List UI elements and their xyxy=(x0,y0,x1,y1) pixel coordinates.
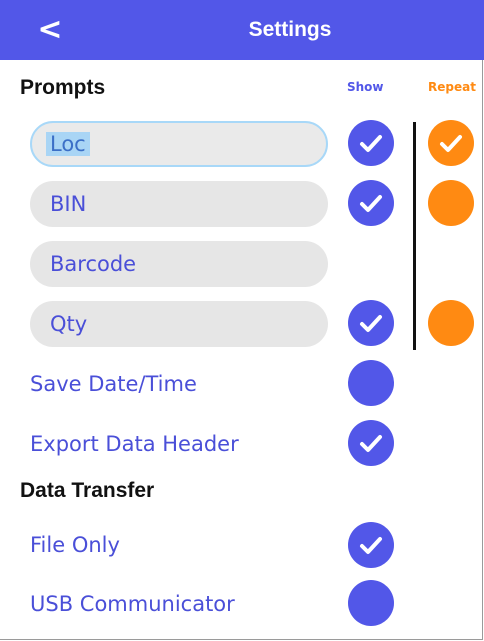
checkmark-icon xyxy=(360,195,382,212)
file-only-toggle[interactable] xyxy=(348,522,394,568)
prompt-field-barcode[interactable]: Barcode xyxy=(30,241,328,287)
repeat-toggle-loc[interactable] xyxy=(428,120,474,166)
repeat-toggle-qty[interactable] xyxy=(428,300,474,346)
usb-communicator-toggle[interactable] xyxy=(348,580,394,626)
prompt-field-qty[interactable]: Qty xyxy=(30,301,328,347)
column-divider xyxy=(413,122,416,350)
repeat-toggle-bin[interactable] xyxy=(428,180,474,226)
file-only-label[interactable]: File Only xyxy=(30,533,120,557)
checkmark-icon xyxy=(360,135,382,152)
checkmark-icon xyxy=(360,537,382,554)
prompt-field-text: Loc xyxy=(46,132,90,156)
export-data-header-label[interactable]: Export Data Header xyxy=(30,432,239,456)
usb-communicator-label[interactable]: USB Communicator xyxy=(30,592,235,616)
header-bar: < Settings xyxy=(0,0,484,60)
data-transfer-section-title: Data Transfer xyxy=(20,479,155,502)
checkmark-icon xyxy=(360,435,382,452)
show-toggle-loc[interactable] xyxy=(348,120,394,166)
show-toggle-qty[interactable] xyxy=(348,300,394,346)
repeat-column-header: Repeat xyxy=(428,80,476,94)
save-datetime-label[interactable]: Save Date/Time xyxy=(30,372,197,396)
show-column-header: Show xyxy=(347,80,384,94)
export-data-header-toggle[interactable] xyxy=(348,420,394,466)
checkmark-icon xyxy=(360,315,382,332)
page-title: Settings xyxy=(248,18,332,41)
prompts-section-title: Prompts xyxy=(20,76,106,99)
show-toggle-bin[interactable] xyxy=(348,180,394,226)
prompt-field-loc[interactable]: Loc xyxy=(30,121,328,167)
prompt-field-bin[interactable]: BIN xyxy=(30,181,328,227)
save-datetime-toggle[interactable] xyxy=(348,360,394,406)
checkmark-icon xyxy=(440,135,462,152)
